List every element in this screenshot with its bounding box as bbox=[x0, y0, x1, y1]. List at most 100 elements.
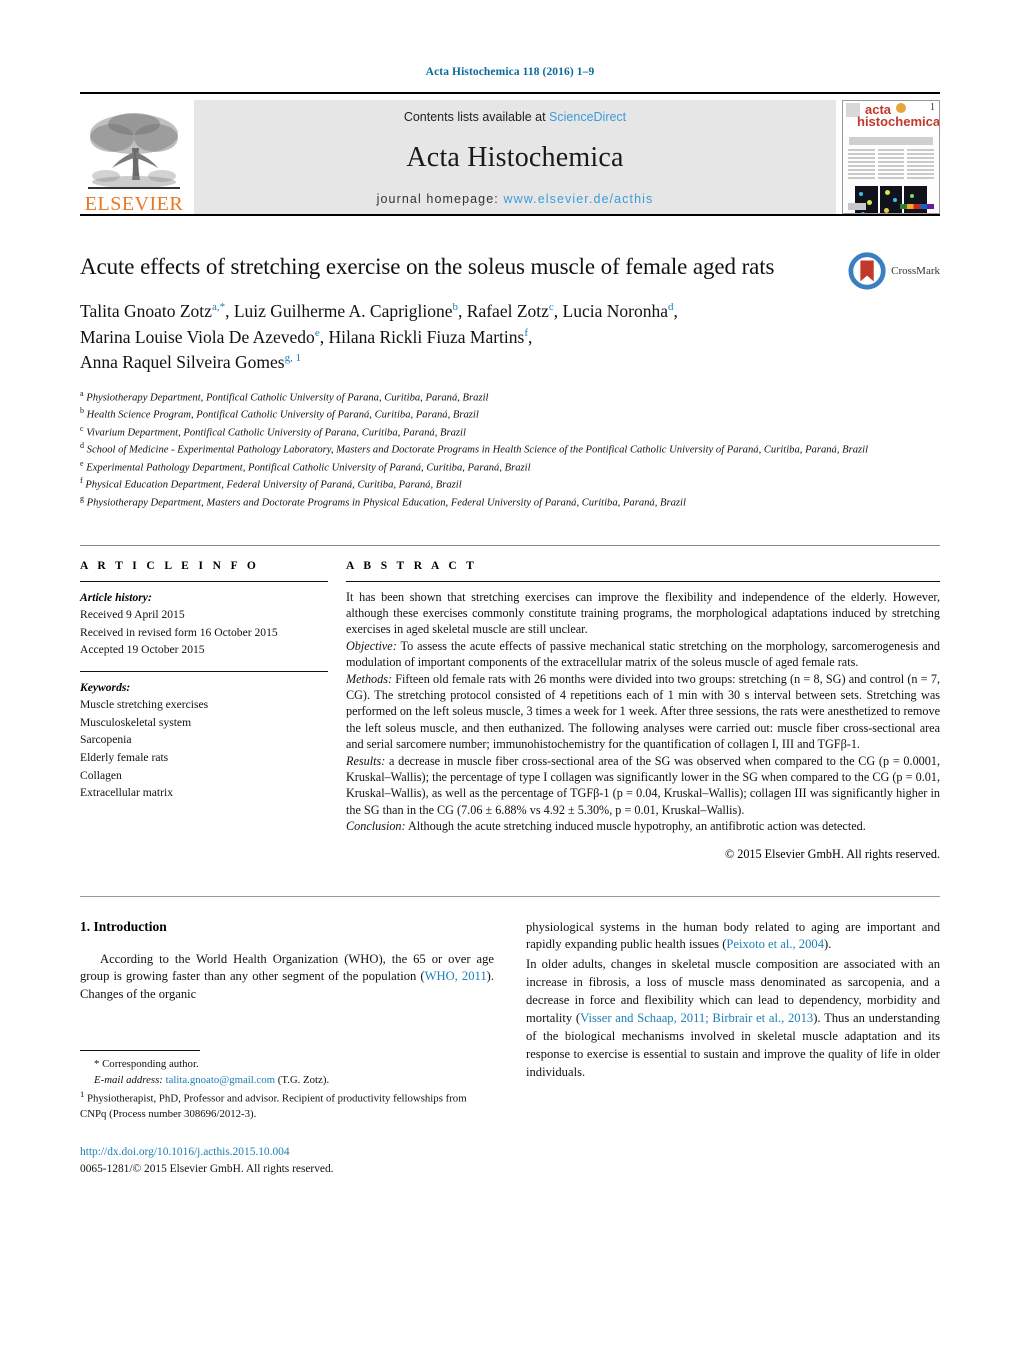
citation-who-2011[interactable]: WHO, 2011 bbox=[425, 969, 487, 983]
history-item: Received in revised form 16 October 2015 bbox=[80, 625, 278, 639]
cover-color-strip bbox=[900, 204, 934, 209]
footnote-note-1-text: Physiotherapist, PhD, Professor and advi… bbox=[80, 1092, 467, 1120]
affiliation-text: Physical Education Department, Federal U… bbox=[85, 479, 462, 491]
footnote-rule bbox=[80, 1050, 200, 1052]
intro-p1-part-c: ). bbox=[824, 937, 832, 952]
abstract-conclusion: Conclusion: Although the acute stretchin… bbox=[346, 818, 940, 834]
intro-paragraph-2: In older adults, changes in skeletal mus… bbox=[526, 956, 940, 1081]
citation-visser-birbrair[interactable]: Visser and Schaap, 2011; Birbrair et al.… bbox=[580, 1011, 813, 1025]
affiliation-item: f Physical Education Department, Federal… bbox=[80, 475, 940, 493]
contents-prefix: Contents lists available at bbox=[403, 110, 550, 124]
elsevier-logo: ELSEVIER bbox=[80, 100, 188, 214]
abstract-objective-text: To assess the acute effects of passive m… bbox=[346, 638, 940, 670]
email-label: E-mail address: bbox=[94, 1073, 163, 1086]
contents-lists-line: Contents lists available at ScienceDirec… bbox=[404, 110, 626, 124]
affiliation-mark: b bbox=[80, 406, 84, 416]
body-divider bbox=[80, 895, 940, 897]
homepage-prefix: journal homepage: bbox=[376, 192, 504, 206]
cover-badge-icon bbox=[896, 103, 906, 113]
footnote-corresponding-author: * Corresponding author. bbox=[94, 1058, 199, 1071]
citation-peixoto-2004[interactable]: Peixoto et al., 2004 bbox=[726, 937, 824, 951]
cover-histochemica-text: histochemica bbox=[857, 114, 940, 129]
cover-col bbox=[848, 149, 875, 181]
email-suffix: (T.G. Zotz). bbox=[275, 1073, 330, 1086]
abstract-objective-label: Objective: bbox=[346, 638, 397, 653]
affiliation-mark: c bbox=[80, 423, 84, 433]
cover-issue-number: 1 bbox=[930, 102, 935, 113]
abstract-results-label: Results: bbox=[346, 753, 386, 768]
cover-subtitle-bar bbox=[849, 137, 933, 145]
body-column-left: 1. Introduction According to the World H… bbox=[80, 919, 494, 1179]
footnotes-block: * Corresponding author. E-mail address: … bbox=[80, 1050, 494, 1178]
journal-band: Contents lists available at ScienceDirec… bbox=[194, 100, 836, 214]
intro-paragraph-1-cont: physiological systems in the human body … bbox=[526, 919, 940, 955]
article-info-heading: A R T I C L E I N F O bbox=[80, 559, 260, 572]
affiliation-item: b Health Science Program, Pontifical Cat… bbox=[80, 405, 940, 423]
keyword-item: Extracellular matrix bbox=[80, 786, 174, 800]
divider bbox=[80, 580, 328, 582]
divider bbox=[80, 670, 328, 672]
keyword-item: Collagen bbox=[80, 768, 122, 782]
journal-masthead: ELSEVIER Contents lists available at Sci… bbox=[80, 92, 940, 214]
affiliation-text: Health Science Program, Pontifical Catho… bbox=[86, 409, 479, 421]
cover-col bbox=[877, 149, 905, 181]
affiliation-item: a Physiotherapy Department, Pontifical C… bbox=[80, 388, 940, 406]
abstract-methods-text: Fifteen old female rats with 26 months w… bbox=[346, 671, 940, 752]
crossmark-label: CrossMark bbox=[891, 265, 940, 277]
journal-title: Acta Histochemica bbox=[406, 142, 624, 173]
abstract-results: Results: a decrease in muscle fiber cros… bbox=[346, 753, 940, 819]
intro-paragraph-1: According to the World Health Organizati… bbox=[80, 951, 494, 1005]
crossmark-badge[interactable]: CrossMark bbox=[848, 248, 940, 294]
body-column-right: physiological systems in the human body … bbox=[526, 919, 940, 1179]
abstract-methods-label: Methods: bbox=[346, 671, 393, 686]
affiliation-item: c Vivarium Department, Pontifical Cathol… bbox=[80, 423, 940, 441]
affiliation-mark: f bbox=[80, 476, 83, 486]
article-history-label: Article history: bbox=[80, 590, 152, 604]
affiliation-list: a Physiotherapy Department, Pontifical C… bbox=[80, 388, 940, 511]
info-abstract-section: A R T I C L E I N F O Article history: R… bbox=[80, 544, 940, 862]
cover-footer-block bbox=[848, 203, 866, 210]
affiliation-text: Physiotherapy Department, Pontifical Cat… bbox=[86, 392, 489, 404]
history-item: Accepted 19 October 2015 bbox=[80, 643, 205, 657]
footnote-note-1: 1 Physiotherapist, PhD, Professor and ad… bbox=[80, 1088, 494, 1122]
affiliation-item: d School of Medicine - Experimental Path… bbox=[80, 440, 940, 458]
cover-footer bbox=[848, 203, 934, 210]
abstract-column: A B S T R A C T It has been shown that s… bbox=[346, 560, 940, 862]
masthead-divider bbox=[80, 214, 940, 216]
title-block: CrossMark Acute effects of stretching ex… bbox=[80, 252, 940, 511]
doi-block: http://dx.doi.org/10.1016/j.acthis.2015.… bbox=[80, 1144, 494, 1178]
section-heading-introduction: 1. Introduction bbox=[80, 918, 167, 934]
affiliation-text: Vivarium Department, Pontifical Catholic… bbox=[86, 427, 466, 439]
cover-header: acta 1 histochemica bbox=[843, 101, 939, 135]
sciencedirect-link[interactable]: ScienceDirect bbox=[549, 110, 626, 124]
keyword-item: Musculoskeletal system bbox=[80, 715, 192, 729]
journal-homepage-link[interactable]: www.elsevier.de/acthis bbox=[503, 192, 653, 206]
abstract-heading: A B S T R A C T bbox=[346, 559, 478, 572]
email-link[interactable]: talita.gnoato@gmail.com bbox=[166, 1074, 276, 1086]
divider bbox=[346, 580, 940, 582]
article-page: Acta Histochemica 118 (2016) 1–9 ELSEVIE… bbox=[0, 0, 1020, 1351]
affiliation-item: g Physiotherapy Department, Masters and … bbox=[80, 493, 940, 511]
abstract-intro: It has been shown that stretching exerci… bbox=[346, 589, 940, 637]
article-info-column: A R T I C L E I N F O Article history: R… bbox=[80, 560, 346, 862]
affiliation-mark: g bbox=[80, 493, 84, 503]
affiliation-mark: e bbox=[80, 458, 84, 468]
abstract-objective: Objective: To assess the acute effects o… bbox=[346, 638, 940, 671]
affiliation-mark: d bbox=[80, 441, 84, 451]
affiliation-item: e Experimental Pathology Department, Pon… bbox=[80, 458, 940, 476]
running-head: Acta Histochemica 118 (2016) 1–9 bbox=[425, 66, 595, 78]
issn-copyright: 0065-1281/© 2015 Elsevier GmbH. All righ… bbox=[80, 1163, 334, 1176]
keyword-item: Sarcopenia bbox=[80, 733, 132, 747]
article-title: Acute effects of stretching exercise on … bbox=[80, 254, 775, 279]
journal-cover-thumbnail[interactable]: acta 1 histochemica bbox=[842, 100, 940, 214]
doi-link[interactable]: http://dx.doi.org/10.1016/j.acthis.2015.… bbox=[80, 1144, 494, 1161]
abstract-conclusion-label: Conclusion: bbox=[346, 819, 406, 834]
cover-text-columns bbox=[848, 149, 935, 181]
affiliation-text: Physiotherapy Department, Masters and Do… bbox=[86, 497, 686, 509]
author-list: Talita Gnoato Zotza,*, Luiz Guilherme A.… bbox=[80, 301, 678, 373]
abstract-copyright: © 2015 Elsevier GmbH. All rights reserve… bbox=[724, 846, 940, 861]
elsevier-wordmark: ELSEVIER bbox=[84, 193, 184, 215]
keyword-item: Muscle stretching exercises bbox=[80, 698, 209, 712]
keywords-label: Keywords: bbox=[80, 680, 131, 694]
elsevier-tree-icon bbox=[88, 113, 180, 189]
